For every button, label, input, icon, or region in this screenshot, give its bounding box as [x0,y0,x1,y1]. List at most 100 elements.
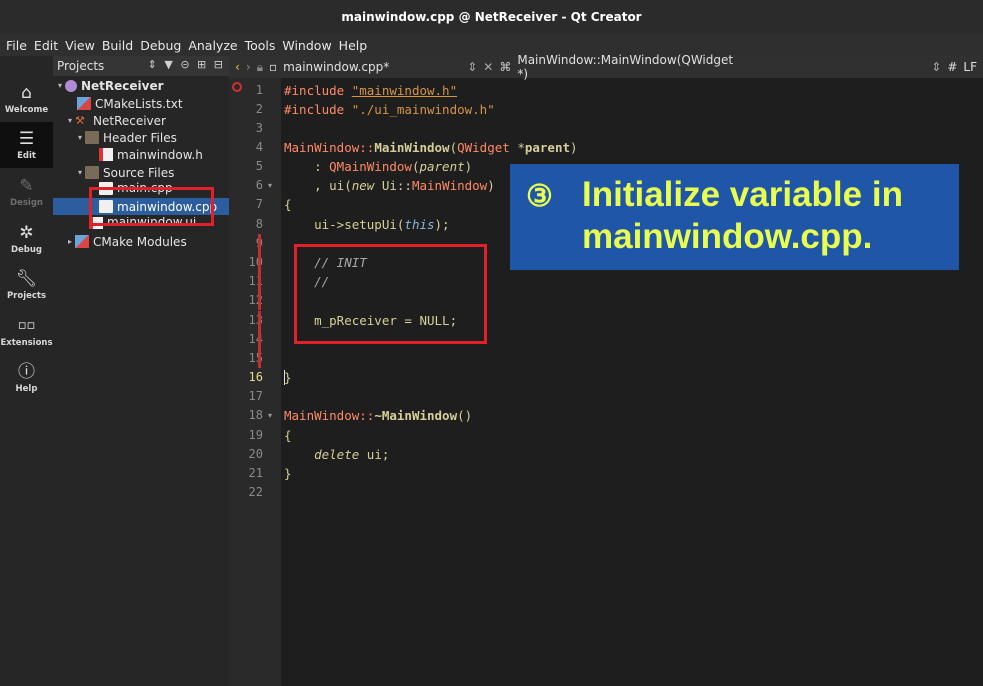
code-token: "./ui_mainwindow.h" [351,102,495,117]
modified-line-marker [258,330,261,349]
home-icon: ⌂ [21,82,32,103]
fold-arrow-icon[interactable]: ▾ [268,176,272,195]
tree-item-target[interactable]: ▾ ⚒ NetReceiver [53,112,229,129]
design-icon: ✎ [19,175,34,196]
mode-label: Extensions [0,337,53,348]
breakpoint-marker-icon[interactable] [232,82,242,92]
mode-label: Edit [17,150,36,161]
line-number: 17 [248,389,263,403]
expand-arrow-icon[interactable]: ▾ [75,133,85,142]
line-number: 19 [248,428,263,442]
menu-analyze[interactable]: Analyze [188,38,237,53]
callout-text: Initialize variable in mainwindow.cpp. [582,175,903,256]
text-cursor [284,370,285,385]
line-number-current: 16 [248,370,263,384]
back-arrow-icon[interactable]: ‹ [235,60,240,74]
help-icon: ⓘ [18,361,35,382]
expand-arrow-icon[interactable]: ▾ [65,116,75,125]
code-token: "mainwindow.h" [351,83,458,98]
mode-label: Help [15,383,38,394]
tree-item-mainwindow-h[interactable]: mainwindow.h [53,146,229,163]
line-number: 22 [248,485,263,499]
folder-icon [85,166,99,179]
tree-item-project[interactable]: ▾ NetReceiver [53,77,229,94]
tree-item-cmakelists[interactable]: CMakeLists.txt [53,95,229,112]
code-token: MainWindow [374,140,450,155]
mode-label: Design [10,197,43,208]
tree-item-label: CMake Modules [93,234,187,249]
menu-edit[interactable]: Edit [34,38,58,53]
code-token: ) [464,159,473,174]
projects-view-selector[interactable]: Projects [57,59,104,73]
window-title-bar: mainwindow.cpp @ NetReceiver - Qt Creato… [0,0,983,34]
line-number: 21 [248,466,263,480]
menu-build[interactable]: Build [102,38,133,53]
symbol-selector[interactable]: MainWindow::MainWindow(QWidget *) [517,53,735,81]
menu-file[interactable]: File [6,38,27,53]
menu-tools[interactable]: Tools [245,38,276,53]
mode-selector: ⌂ Welcome ☰ Edit ✎ Design ✲ Debug 🔧︎ Pro… [0,56,53,686]
menu-view[interactable]: View [65,38,95,53]
mode-debug[interactable]: ✲ Debug [0,216,53,262]
modified-line-marker [258,349,261,368]
projects-toolbar-icons[interactable]: ⇕ ▼ ⊝ ⊞ ⊟ [148,58,225,71]
code-token: MainWindow:: [284,408,375,423]
code-token: , ui( [284,178,352,193]
code-line: : QMainWindow(parent) [284,157,472,176]
cmake-modules-icon [75,235,89,248]
code-token: : [284,159,330,174]
menu-window[interactable]: Window [282,38,331,53]
menu-help[interactable]: Help [339,38,368,53]
modified-line-marker [258,311,261,330]
tree-item-cmake-modules[interactable]: ▸ CMake Modules [53,233,229,250]
line-number: 18 [248,408,263,422]
code-line: { [284,197,292,212]
wrench-icon: 🔧︎ [15,268,38,289]
line-ending-indicator[interactable]: LF [963,60,977,74]
lock-icon[interactable]: 🔒︎ [257,60,263,75]
mode-extensions[interactable]: ▫▫ Extensions [0,309,53,355]
instruction-callout: ③ Initialize variable in mainwindow.cpp. [510,164,959,270]
tree-item-header-files[interactable]: ▾ Header Files [53,129,229,146]
expand-arrow-icon[interactable]: ▾ [55,81,65,90]
menu-debug[interactable]: Debug [140,38,181,53]
line-number: 5 [255,159,263,173]
code-token: ) [570,140,578,155]
line-number: 8 [255,217,263,231]
fold-arrow-icon[interactable]: ▾ [268,406,272,425]
code-token: () [457,408,473,423]
code-token: ~MainWindow [374,408,458,423]
projects-header[interactable]: Projects ⇕ ▼ ⊝ ⊞ ⊟ [53,56,229,76]
cmake-icon [77,97,91,110]
window-title: mainwindow.cpp @ NetReceiver - Qt Creato… [341,10,642,24]
code-line: , ui(new Ui::MainWindow) [284,176,495,195]
line-number: 20 [248,447,263,461]
expand-arrow-icon[interactable]: ▾ [75,168,85,177]
expand-arrow-icon[interactable]: ▸ [65,237,75,246]
tab-dropdown-icon[interactable]: ⇕ [467,60,477,74]
mode-welcome[interactable]: ⌂ Welcome [0,76,53,122]
code-token: MainWindow [411,178,488,193]
close-icon[interactable]: ✕ [483,60,493,74]
tree-item-label: NetReceiver [93,113,166,128]
header-file-icon [99,148,113,161]
forward-arrow-icon[interactable]: › [246,60,251,74]
symbol-dropdown-icon[interactable]: ⇕ [931,60,941,74]
file-highlight-box [89,187,214,226]
code-line: #include "./ui_mainwindow.h" [284,100,495,119]
line-number: 6 [255,178,263,192]
code-token: ); [434,217,450,232]
modified-line-marker [258,234,261,253]
mode-edit[interactable]: ☰ Edit [0,122,53,168]
tree-item-label: Source Files [103,165,175,180]
mode-projects[interactable]: 🔧︎ Projects [0,262,53,308]
tree-item-label: Header Files [103,130,177,145]
hash-indicator[interactable]: # [947,60,957,74]
mode-help[interactable]: ⓘ Help [0,355,53,401]
mode-design[interactable]: ✎ Design [0,169,53,215]
document-tab[interactable]: mainwindow.cpp* [283,60,389,74]
tree-item-source-files[interactable]: ▾ Source Files [53,164,229,181]
hammer-icon: ⚒ [75,114,85,127]
code-token: new [351,178,375,193]
